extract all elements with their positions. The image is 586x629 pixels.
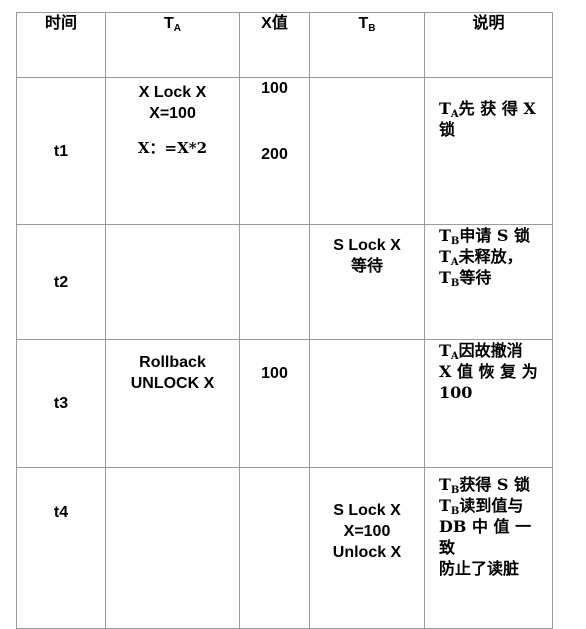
desc-line: TA先 获 得 X bbox=[439, 99, 536, 120]
desc-line: 防止了读脏 bbox=[439, 559, 520, 578]
ta-line: Rollback bbox=[139, 354, 206, 371]
table-row: t1 X Lock X X=100 X：=X*2 100 200 TA先 获 得… bbox=[16, 77, 553, 225]
ta-line: X Lock X bbox=[138, 84, 207, 101]
ta-line: X：=X*2 bbox=[137, 139, 208, 157]
table-row: t4 S Lock X X=100 Unlock X TB获得 S 锁 TB读到… bbox=[16, 467, 553, 629]
description-cell: TA先 获 得 X 锁 bbox=[424, 77, 553, 225]
table-row: t2 S Lock X 等待 TB申请 S 锁 TA未释放， TB等待 bbox=[16, 224, 553, 340]
desc-line: X 值 恢 复 为 bbox=[439, 362, 538, 381]
header-tb: TB bbox=[309, 12, 425, 78]
header-time: 时间 bbox=[16, 12, 106, 78]
ta-cell bbox=[105, 467, 240, 629]
xvalue-cell: 100 200 bbox=[239, 77, 310, 225]
description-cell: TB申请 S 锁 TA未释放， TB等待 bbox=[424, 224, 553, 340]
tb-line: S Lock X bbox=[333, 237, 401, 254]
header-row: 时间 TA X值 TB 说明 bbox=[16, 12, 553, 78]
header-ta: TA bbox=[105, 12, 240, 78]
ta-line: X=100 bbox=[149, 105, 196, 122]
tb-cell: S Lock X X=100 Unlock X bbox=[309, 467, 425, 629]
description-cell: TB获得 S 锁 TB读到值与 DB 中 值 一 致 防止了读脏 bbox=[424, 467, 553, 629]
header-xvalue: X值 bbox=[239, 12, 310, 78]
ta-cell: Rollback UNLOCK X bbox=[105, 339, 240, 468]
xvalue-cell bbox=[239, 467, 310, 629]
ta-cell: X Lock X X=100 X：=X*2 bbox=[105, 77, 240, 225]
header-description: 说明 bbox=[424, 12, 553, 78]
tb-cell: S Lock X 等待 bbox=[309, 224, 425, 340]
lock-table: 时间 TA X值 TB 说明 t1 X Lock X X=100 X：=X*2 … bbox=[16, 12, 553, 629]
tb-line: 等待 bbox=[350, 258, 383, 275]
time-cell: t2 bbox=[16, 224, 106, 340]
ta-cell bbox=[105, 224, 240, 340]
desc-line: TB申请 S 锁 bbox=[439, 226, 531, 247]
time-cell: t3 bbox=[16, 339, 106, 468]
desc-line: DB 中 值 一 bbox=[439, 517, 532, 536]
tb-cell bbox=[309, 339, 425, 468]
desc-line: 100 bbox=[439, 383, 473, 402]
tb-line: Unlock X bbox=[332, 544, 402, 561]
tb-cell bbox=[309, 77, 425, 225]
desc-line: 致 bbox=[439, 538, 456, 557]
description-cell: TA因故撤消 X 值 恢 复 为 100 bbox=[424, 339, 553, 468]
x-value: 100 bbox=[261, 365, 288, 382]
desc-line: TB获得 S 锁 bbox=[439, 475, 531, 496]
desc-line: TB等待 bbox=[439, 268, 492, 289]
ta-line: UNLOCK X bbox=[130, 375, 215, 392]
tb-line: X=100 bbox=[343, 523, 391, 540]
x-value: 100 bbox=[261, 80, 288, 97]
desc-line: 锁 bbox=[439, 120, 456, 139]
time-cell: t4 bbox=[16, 467, 106, 629]
x-value: 200 bbox=[261, 146, 288, 163]
desc-line: TA因故撤消 bbox=[439, 341, 523, 362]
desc-line: TA未释放， bbox=[439, 247, 523, 268]
table-row: t3 Rollback UNLOCK X 100 TA因故撤消 X 值 恢 复 … bbox=[16, 339, 553, 468]
xvalue-cell: 100 bbox=[239, 339, 310, 468]
desc-line: TB读到值与 bbox=[439, 496, 524, 517]
xvalue-cell bbox=[239, 224, 310, 340]
tb-line: S Lock X bbox=[333, 502, 401, 519]
time-cell: t1 bbox=[16, 77, 106, 225]
